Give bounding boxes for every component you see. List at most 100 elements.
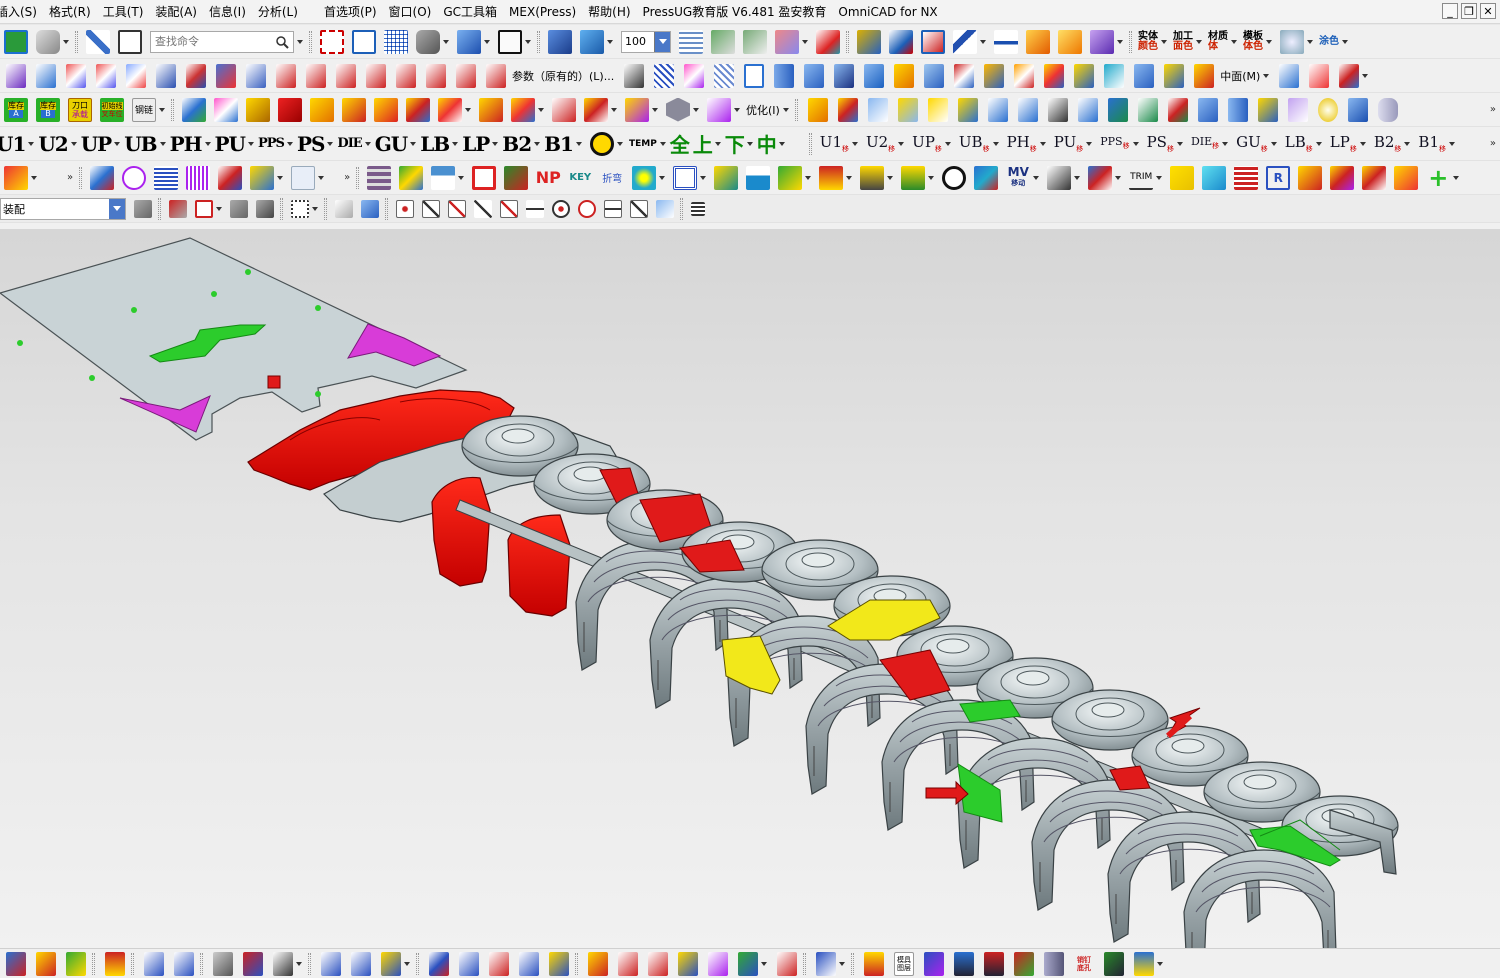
dropdown-arrow[interactable] <box>1404 141 1411 146</box>
bottom-tool-13-icon[interactable] <box>519 951 539 976</box>
replace-face-icon[interactable] <box>1309 63 1330 88</box>
box-add-icon[interactable] <box>438 97 462 122</box>
assembly-tool-icon[interactable] <box>182 97 206 122</box>
die-pu-button[interactable]: PU <box>215 132 247 156</box>
bottom-tool-21-icon[interactable] <box>777 951 797 976</box>
snap-point-icon[interactable] <box>396 199 414 218</box>
dropdown-arrow[interactable] <box>1449 141 1455 146</box>
die-ph-button[interactable]: PH <box>170 132 203 156</box>
dropdown-arrow[interactable] <box>404 961 410 966</box>
dropdown-arrow[interactable] <box>846 175 853 180</box>
slab-icon[interactable] <box>987 97 1008 122</box>
dropdown-arrow[interactable] <box>465 107 471 112</box>
block-face-icon[interactable] <box>867 97 888 122</box>
dropdown-arrow[interactable] <box>216 206 222 211</box>
wave-icon[interactable] <box>746 165 771 190</box>
bottom-tool-30-icon[interactable] <box>1134 951 1154 976</box>
move-pps-button[interactable]: PPS移 <box>1100 136 1129 150</box>
key-button[interactable]: KEY <box>568 166 592 190</box>
move-ub-button[interactable]: UB移 <box>959 134 990 153</box>
show-hide-icon[interactable] <box>889 29 913 54</box>
project-curve-icon[interactable] <box>456 63 476 88</box>
render-style-icon[interactable] <box>416 29 440 54</box>
rectangle-icon[interactable] <box>744 63 765 88</box>
move-b2-button[interactable]: B2移 <box>1374 134 1402 153</box>
bottom-tool-27-icon[interactable] <box>1014 951 1034 976</box>
move-b1-button[interactable]: B1移 <box>1418 134 1446 153</box>
dropdown-arrow[interactable] <box>782 107 789 112</box>
die-ub-button[interactable]: UB <box>124 132 157 156</box>
offset-curve-icon[interactable] <box>426 63 446 88</box>
sphere-yellow-icon[interactable] <box>1317 97 1338 122</box>
bottom-tool-15-icon[interactable] <box>588 951 608 976</box>
temp-button[interactable]: TEMP <box>629 139 657 149</box>
select-chain-icon[interactable] <box>256 199 274 218</box>
select-parent-icon[interactable] <box>169 199 187 218</box>
grid-toggle-icon[interactable] <box>691 201 705 216</box>
blend-icon[interactable] <box>1014 63 1035 88</box>
curve-info-icon[interactable] <box>1058 29 1082 54</box>
move-up-button[interactable]: UP移 <box>912 134 942 153</box>
bottom-tool-1-icon[interactable] <box>105 951 125 976</box>
constraint-icon[interactable] <box>1107 97 1128 122</box>
dropdown-arrow[interactable] <box>484 39 490 44</box>
dropdown-arrow[interactable] <box>746 141 753 146</box>
scale-icon[interactable] <box>1088 165 1113 190</box>
edit-icon[interactable] <box>86 29 110 54</box>
cyan-cube-icon[interactable] <box>1202 165 1227 190</box>
die-die-button[interactable]: DIE <box>337 136 362 151</box>
distance-icon[interactable] <box>994 29 1018 54</box>
box-copy-icon[interactable] <box>511 97 535 122</box>
bottom-tool-18-icon[interactable] <box>678 951 698 976</box>
arc-icon[interactable] <box>336 63 356 88</box>
menu-preferences[interactable]: 首选项(P) <box>324 3 386 20</box>
snap-curve-icon[interactable] <box>474 199 492 218</box>
sheet-body-icon[interactable] <box>6 63 26 88</box>
boolean-icon[interactable] <box>834 63 855 88</box>
dropdown-arrow[interactable] <box>611 107 617 112</box>
dropdown-arrow[interactable] <box>1132 141 1139 146</box>
dropdown-arrow[interactable] <box>452 141 459 146</box>
intersect-icon[interactable] <box>1194 63 1215 88</box>
move-u1-button[interactable]: U1移 <box>820 134 849 153</box>
plate-layer-icon[interactable] <box>399 165 424 190</box>
yellow-box-icon[interactable] <box>310 97 334 122</box>
dropdown-arrow[interactable] <box>327 141 334 146</box>
isolate-icon[interactable] <box>921 29 945 54</box>
i-beam-icon[interactable] <box>472 165 497 190</box>
select-child-icon[interactable] <box>230 199 248 218</box>
dropdown-arrow[interactable] <box>1222 141 1229 146</box>
refresh-icon[interactable] <box>4 29 28 54</box>
menu-insert[interactable]: 插入(S) <box>0 3 46 20</box>
move-ph-button[interactable]: PH移 <box>1007 134 1037 153</box>
t-slot-icon[interactable] <box>431 165 456 190</box>
inventory-b-button[interactable]: 库存 B <box>36 97 60 122</box>
menu-assembly[interactable]: 装配(A) <box>155 3 206 20</box>
layer-tool-icon[interactable] <box>66 951 86 976</box>
dropdown-arrow[interactable] <box>992 141 999 146</box>
snap-line-icon[interactable] <box>630 199 648 218</box>
minimize-button[interactable]: _ <box>1442 3 1458 19</box>
dropdown-arrow[interactable] <box>364 141 371 146</box>
counter-icon[interactable] <box>154 165 179 190</box>
frame-icon[interactable] <box>673 165 698 190</box>
window-icon[interactable] <box>118 29 142 54</box>
dropdown-arrow[interactable] <box>492 141 499 146</box>
face-offset-icon[interactable] <box>1279 63 1300 88</box>
dropdown-arrow[interactable] <box>312 206 318 211</box>
snap-center-icon[interactable] <box>552 199 570 218</box>
snap-tangent-icon[interactable] <box>526 199 544 218</box>
box-move-icon[interactable] <box>406 97 430 122</box>
solid-color-button[interactable]: 实体 颜色 <box>1138 31 1158 52</box>
grid-face-icon[interactable] <box>714 63 735 88</box>
knife-edge-button[interactable]: 刀口 承载 <box>68 97 92 122</box>
shaded-view-icon[interactable] <box>36 29 60 54</box>
link-icon[interactable] <box>1077 97 1098 122</box>
dropdown-arrow[interactable] <box>318 175 325 180</box>
paint-color-button[interactable]: 涂色 <box>1319 36 1339 47</box>
pin-red-icon[interactable] <box>819 165 844 190</box>
dropdown-arrow[interactable] <box>652 107 658 112</box>
ring-icon[interactable] <box>589 131 614 156</box>
menu-tools[interactable]: 工具(T) <box>103 3 153 20</box>
dropdown-arrow[interactable] <box>1359 141 1366 146</box>
